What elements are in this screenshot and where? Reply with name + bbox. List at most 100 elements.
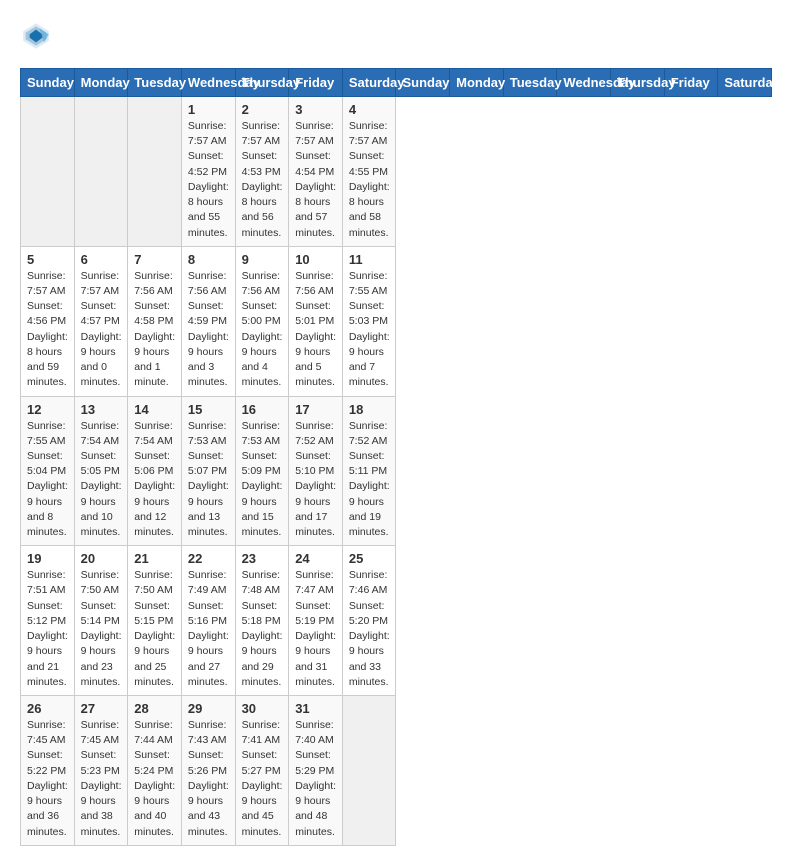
calendar-cell: 16 Sunrise: 7:53 AMSunset: 5:09 PMDayligh… — [235, 396, 289, 546]
calendar-cell: 9Sunrise: 7:56 AMSunset: 5:00 PMDaylight… — [235, 246, 289, 396]
day-info: Sunrise: 7:46 AMSunset: 5:20 PMDaylight:… — [349, 568, 390, 690]
day-info: Sunrise: 7:52 AMSunset: 5:10 PMDaylight:… — [295, 419, 336, 541]
day-info: Sunrise: 7:53 AMSunset: 5:09 PMDaylight:… — [242, 419, 283, 541]
day-info: Sunrise: 7:40 AMSunset: 5:29 PMDaylight:… — [295, 718, 336, 840]
calendar-cell: 18 Sunrise: 7:52 AMSunset: 5:11 PMDayligh… — [342, 396, 396, 546]
day-info: Sunrise: 7:41 AMSunset: 5:27 PMDaylight:… — [242, 718, 283, 840]
day-number: 7 — [134, 252, 175, 267]
col-header-wednesday: Wednesday — [557, 69, 611, 97]
day-number: 2 — [242, 102, 283, 117]
calendar-cell: 4 Sunrise: 7:57 AMSunset: 4:55 PMDaylight… — [342, 97, 396, 247]
col-header-sunday: Sunday — [396, 69, 450, 97]
day-number: 19 — [27, 551, 68, 566]
col-header-friday: Friday — [664, 69, 718, 97]
day-info: Sunrise: 7:56 AMSunset: 4:58 PMDaylight:… — [134, 269, 175, 391]
calendar-cell: 8 Sunrise: 7:56 AMSunset: 4:59 PMDaylight… — [181, 246, 235, 396]
calendar-cell: 30 Sunrise: 7:41 AMSunset: 5:27 PMDayligh… — [235, 696, 289, 846]
day-number: 18 — [349, 402, 390, 417]
day-info: Sunrise: 7:57 AMSunset: 4:55 PMDaylight:… — [349, 119, 390, 241]
day-number: 12 — [27, 402, 68, 417]
day-number: 11 — [349, 252, 390, 267]
day-number: 28 — [134, 701, 175, 716]
calendar-cell: 29Sunrise: 7:43 AMSunset: 5:26 PMDayligh… — [181, 696, 235, 846]
day-number: 16 — [242, 402, 283, 417]
calendar-cell: 14 Sunrise: 7:54 AMSunset: 5:06 PMDayligh… — [128, 396, 182, 546]
calendar-week-row: 26Sunrise: 7:45 AMSunset: 5:22 PMDayligh… — [21, 696, 772, 846]
header-thursday: Thursday — [235, 69, 289, 97]
day-number: 8 — [188, 252, 229, 267]
calendar-cell: 10Sunrise: 7:56 AMSunset: 5:01 PMDayligh… — [289, 246, 343, 396]
day-info: Sunrise: 7:57 AMSunset: 4:57 PMDaylight:… — [81, 269, 122, 391]
page-header — [20, 20, 772, 52]
calendar-cell: 12 Sunrise: 7:55 AMSunset: 5:04 PMDayligh… — [21, 396, 75, 546]
day-info: Sunrise: 7:44 AMSunset: 5:24 PMDaylight:… — [134, 718, 175, 840]
day-info: Sunrise: 7:52 AMSunset: 5:11 PMDaylight:… — [349, 419, 390, 541]
header-friday: Friday — [289, 69, 343, 97]
calendar-week-row: 1Sunrise: 7:57 AMSunset: 4:52 PMDaylight… — [21, 97, 772, 247]
day-number: 13 — [81, 402, 122, 417]
day-info: Sunrise: 7:57 AMSunset: 4:52 PMDaylight:… — [188, 119, 229, 241]
day-number: 30 — [242, 701, 283, 716]
day-info: Sunrise: 7:48 AMSunset: 5:18 PMDaylight:… — [242, 568, 283, 690]
calendar-cell: 21Sunrise: 7:50 AMSunset: 5:15 PMDayligh… — [128, 546, 182, 696]
calendar-cell: 28 Sunrise: 7:44 AMSunset: 5:24 PMDayligh… — [128, 696, 182, 846]
calendar-cell: 26Sunrise: 7:45 AMSunset: 5:22 PMDayligh… — [21, 696, 75, 846]
calendar-cell: 15 Sunrise: 7:53 AMSunset: 5:07 PMDayligh… — [181, 396, 235, 546]
calendar-cell: 3 Sunrise: 7:57 AMSunset: 4:54 PMDaylight… — [289, 97, 343, 247]
calendar-cell: 6 Sunrise: 7:57 AMSunset: 4:57 PMDaylight… — [74, 246, 128, 396]
day-info: Sunrise: 7:56 AMSunset: 4:59 PMDaylight:… — [188, 269, 229, 391]
calendar-cell: 20 Sunrise: 7:50 AMSunset: 5:14 PMDayligh… — [74, 546, 128, 696]
day-info: Sunrise: 7:50 AMSunset: 5:15 PMDaylight:… — [134, 568, 175, 690]
calendar-cell: 13 Sunrise: 7:54 AMSunset: 5:05 PMDayligh… — [74, 396, 128, 546]
col-header-tuesday: Tuesday — [503, 69, 557, 97]
header-wednesday: Wednesday — [181, 69, 235, 97]
logo — [20, 20, 58, 52]
day-number: 3 — [295, 102, 336, 117]
calendar-cell: 7 Sunrise: 7:56 AMSunset: 4:58 PMDaylight… — [128, 246, 182, 396]
calendar-cell: 19Sunrise: 7:51 AMSunset: 5:12 PMDayligh… — [21, 546, 75, 696]
calendar-cell: 24 Sunrise: 7:47 AMSunset: 5:19 PMDayligh… — [289, 546, 343, 696]
day-info: Sunrise: 7:55 AMSunset: 5:03 PMDaylight:… — [349, 269, 390, 391]
col-header-monday: Monday — [450, 69, 504, 97]
day-info: Sunrise: 7:55 AMSunset: 5:04 PMDaylight:… — [27, 419, 68, 541]
day-info: Sunrise: 7:49 AMSunset: 5:16 PMDaylight:… — [188, 568, 229, 690]
calendar-cell — [21, 97, 75, 247]
calendar-week-row: 12 Sunrise: 7:55 AMSunset: 5:04 PMDayligh… — [21, 396, 772, 546]
header-monday: Monday — [74, 69, 128, 97]
header-sunday: Sunday — [21, 69, 75, 97]
calendar-week-row: 19Sunrise: 7:51 AMSunset: 5:12 PMDayligh… — [21, 546, 772, 696]
day-number: 5 — [27, 252, 68, 267]
day-number: 15 — [188, 402, 229, 417]
day-number: 24 — [295, 551, 336, 566]
day-number: 6 — [81, 252, 122, 267]
day-info: Sunrise: 7:57 AMSunset: 4:54 PMDaylight:… — [295, 119, 336, 241]
day-number: 31 — [295, 701, 336, 716]
day-info: Sunrise: 7:54 AMSunset: 5:06 PMDaylight:… — [134, 419, 175, 541]
calendar-cell — [128, 97, 182, 247]
day-info: Sunrise: 7:57 AMSunset: 4:53 PMDaylight:… — [242, 119, 283, 241]
day-number: 4 — [349, 102, 390, 117]
day-number: 27 — [81, 701, 122, 716]
col-header-thursday: Thursday — [611, 69, 665, 97]
header-tuesday: Tuesday — [128, 69, 182, 97]
day-number: 20 — [81, 551, 122, 566]
calendar-cell: 17 Sunrise: 7:52 AMSunset: 5:10 PMDayligh… — [289, 396, 343, 546]
day-info: Sunrise: 7:54 AMSunset: 5:05 PMDaylight:… — [81, 419, 122, 541]
day-number: 29 — [188, 701, 229, 716]
calendar-cell: 1Sunrise: 7:57 AMSunset: 4:52 PMDaylight… — [181, 97, 235, 247]
day-number: 14 — [134, 402, 175, 417]
calendar-table: SundayMondayTuesdayWednesdayThursdayFrid… — [20, 68, 772, 846]
header-saturday: Saturday — [342, 69, 396, 97]
calendar-cell: 25Sunrise: 7:46 AMSunset: 5:20 PMDayligh… — [342, 546, 396, 696]
calendar-cell: 27Sunrise: 7:45 AMSunset: 5:23 PMDayligh… — [74, 696, 128, 846]
calendar-cell: 5 Sunrise: 7:57 AMSunset: 4:56 PMDaylight… — [21, 246, 75, 396]
day-info: Sunrise: 7:50 AMSunset: 5:14 PMDaylight:… — [81, 568, 122, 690]
day-info: Sunrise: 7:47 AMSunset: 5:19 PMDaylight:… — [295, 568, 336, 690]
day-info: Sunrise: 7:57 AMSunset: 4:56 PMDaylight:… — [27, 269, 68, 391]
calendar-week-row: 5 Sunrise: 7:57 AMSunset: 4:56 PMDaylight… — [21, 246, 772, 396]
day-info: Sunrise: 7:53 AMSunset: 5:07 PMDaylight:… — [188, 419, 229, 541]
calendar-cell — [74, 97, 128, 247]
calendar-cell: 22Sunrise: 7:49 AMSunset: 5:16 PMDayligh… — [181, 546, 235, 696]
day-number: 26 — [27, 701, 68, 716]
day-number: 17 — [295, 402, 336, 417]
